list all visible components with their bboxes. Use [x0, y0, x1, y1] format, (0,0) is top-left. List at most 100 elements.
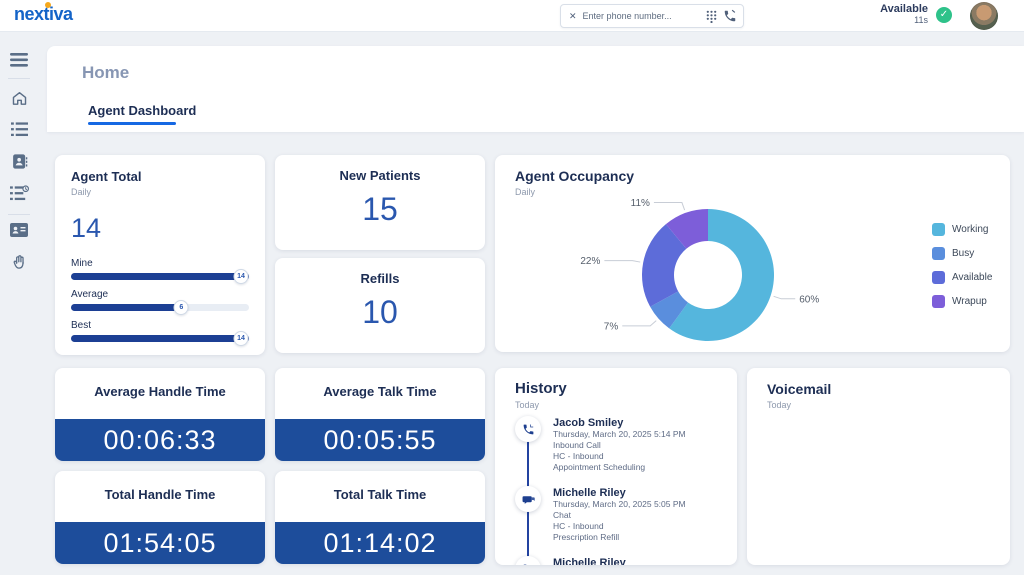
agent-occupancy-card: Agent Occupancy Daily 60%7%22%11% Workin…	[495, 155, 1010, 352]
inbound-call-icon	[515, 416, 541, 442]
total-talk-time-card: Total Talk Time 01:14:02	[275, 471, 485, 564]
card-title: New Patients	[275, 168, 485, 183]
card-title: Agent Total	[71, 169, 249, 184]
refills-value: 10	[275, 294, 485, 331]
contact-card-icon[interactable]	[9, 220, 29, 240]
card-title: History	[515, 380, 567, 397]
slider-label: Mine	[71, 258, 249, 269]
average-handle-time-card: Average Handle Time 00:06:33	[55, 368, 265, 461]
legend-item-available[interactable]: Available	[932, 271, 992, 284]
legend-swatch	[932, 295, 945, 308]
svg-text:11%: 11%	[631, 198, 650, 209]
chat-icon	[515, 486, 541, 512]
legend-swatch	[932, 271, 945, 284]
header-panel: Home Agent Dashboard	[47, 46, 1024, 132]
svg-text:22%: 22%	[580, 256, 600, 267]
agent-total-value: 14	[71, 213, 249, 244]
menu-icon[interactable]	[9, 50, 29, 70]
slider-track[interactable]: 14	[71, 273, 249, 280]
phone-dialer-box: ✕	[560, 4, 744, 28]
slider-best: Best 14	[71, 320, 249, 342]
history-entry-queue: HC - Inbound	[553, 451, 686, 462]
voicemail-card: Voicemail Today	[747, 368, 1010, 565]
card-title: Average Handle Time	[55, 384, 265, 399]
history-entry-topic: Prescription Refill	[553, 532, 686, 543]
legend-label: Available	[952, 272, 992, 283]
card-subtitle: Today	[767, 400, 990, 410]
svg-text:60%: 60%	[799, 294, 819, 305]
call-icon	[515, 556, 541, 565]
history-entry-queue: HC - Inbound	[553, 521, 686, 532]
history-entry-type: Inbound Call	[553, 440, 686, 451]
history-entry-name: Michelle Riley	[553, 557, 626, 565]
slider-label: Average	[71, 289, 249, 300]
slider-value-badge[interactable]: 6	[174, 300, 189, 315]
dialpad-icon[interactable]	[706, 10, 717, 23]
chart-legend: Working Busy Available Wrapup	[932, 223, 992, 319]
home-icon[interactable]	[9, 88, 29, 108]
card-title: Refills	[275, 271, 485, 286]
sidebar	[0, 32, 40, 575]
agent-total-card: Agent Total Daily 14 Mine 14 Average 6 B…	[55, 155, 265, 355]
timer-band: 00:06:33	[55, 419, 265, 461]
card-title: Total Handle Time	[55, 487, 265, 502]
history-entry-name: Jacob Smiley	[553, 417, 686, 429]
avatar[interactable]	[970, 2, 998, 30]
slider-track[interactable]: 6	[71, 304, 249, 311]
status-label: Available	[880, 4, 928, 15]
close-icon[interactable]: ✕	[569, 11, 577, 22]
logo-dot	[45, 2, 51, 8]
history-entry-datetime: Thursday, March 20, 2025 5:14 PM	[553, 429, 686, 440]
legend-label: Busy	[952, 248, 974, 259]
legend-item-busy[interactable]: Busy	[932, 247, 992, 260]
legend-swatch	[932, 247, 945, 260]
new-patients-card: New Patients 15	[275, 155, 485, 250]
refills-card: Refills 10	[275, 258, 485, 353]
history-entry-datetime: Thursday, March 20, 2025 5:05 PM	[553, 499, 686, 510]
average-handle-time-value: 00:06:33	[103, 425, 216, 456]
slider-value-badge[interactable]: 14	[234, 269, 249, 284]
average-talk-time-value: 00:05:55	[323, 425, 436, 456]
slider-value-badge[interactable]: 14	[234, 331, 249, 346]
call-icon[interactable]	[723, 9, 737, 23]
card-title: Voicemail	[767, 381, 990, 397]
average-talk-time-card: Average Talk Time 00:05:55	[275, 368, 485, 461]
legend-item-wrapup[interactable]: Wrapup	[932, 295, 992, 308]
activity-list-icon[interactable]	[9, 183, 29, 203]
card-title: Average Talk Time	[275, 384, 485, 399]
total-handle-time-value: 01:54:05	[103, 528, 216, 559]
legend-swatch	[932, 223, 945, 236]
total-talk-time-value: 01:14:02	[323, 528, 436, 559]
tab-active-underline	[88, 122, 176, 125]
new-patients-value: 15	[275, 191, 485, 228]
sidebar-divider	[8, 214, 30, 215]
logo-text: nextiva	[14, 4, 73, 24]
check-circle-icon: ✓	[936, 7, 952, 23]
nextiva-logo: nextiva	[14, 4, 73, 25]
legend-label: Working	[952, 224, 989, 235]
slider-average: Average 6	[71, 289, 249, 311]
timer-band: 01:54:05	[55, 522, 265, 564]
agent-status[interactable]: Available 11s	[880, 4, 928, 26]
timer-band: 00:05:55	[275, 419, 485, 461]
card-subtitle: Daily	[71, 187, 249, 197]
legend-item-working[interactable]: Working	[932, 223, 992, 236]
tab-agent-dashboard[interactable]: Agent Dashboard	[88, 103, 196, 118]
svg-text:7%: 7%	[604, 321, 619, 332]
history-entry-topic: Appointment Scheduling	[553, 462, 686, 473]
contacts-icon[interactable]	[9, 151, 29, 171]
sidebar-divider	[8, 78, 30, 79]
queue-list-icon[interactable]	[9, 119, 29, 139]
topbar: nextiva ✕ Available 11s ✓	[0, 0, 1024, 32]
card-title: Total Talk Time	[275, 487, 485, 502]
slider-track[interactable]: 14	[71, 335, 249, 342]
card-subtitle: Today	[515, 400, 567, 410]
phone-number-input[interactable]	[583, 11, 700, 21]
history-card: History Today Jacob Smiley Thursday, Mar…	[495, 368, 737, 565]
total-handle-time-card: Total Handle Time 01:54:05	[55, 471, 265, 564]
history-entry-type: Chat	[553, 510, 686, 521]
timer-band: 01:14:02	[275, 522, 485, 564]
slider-label: Best	[71, 320, 249, 331]
history-entry-name: Michelle Riley	[553, 487, 686, 499]
hand-gesture-icon[interactable]	[9, 252, 29, 272]
